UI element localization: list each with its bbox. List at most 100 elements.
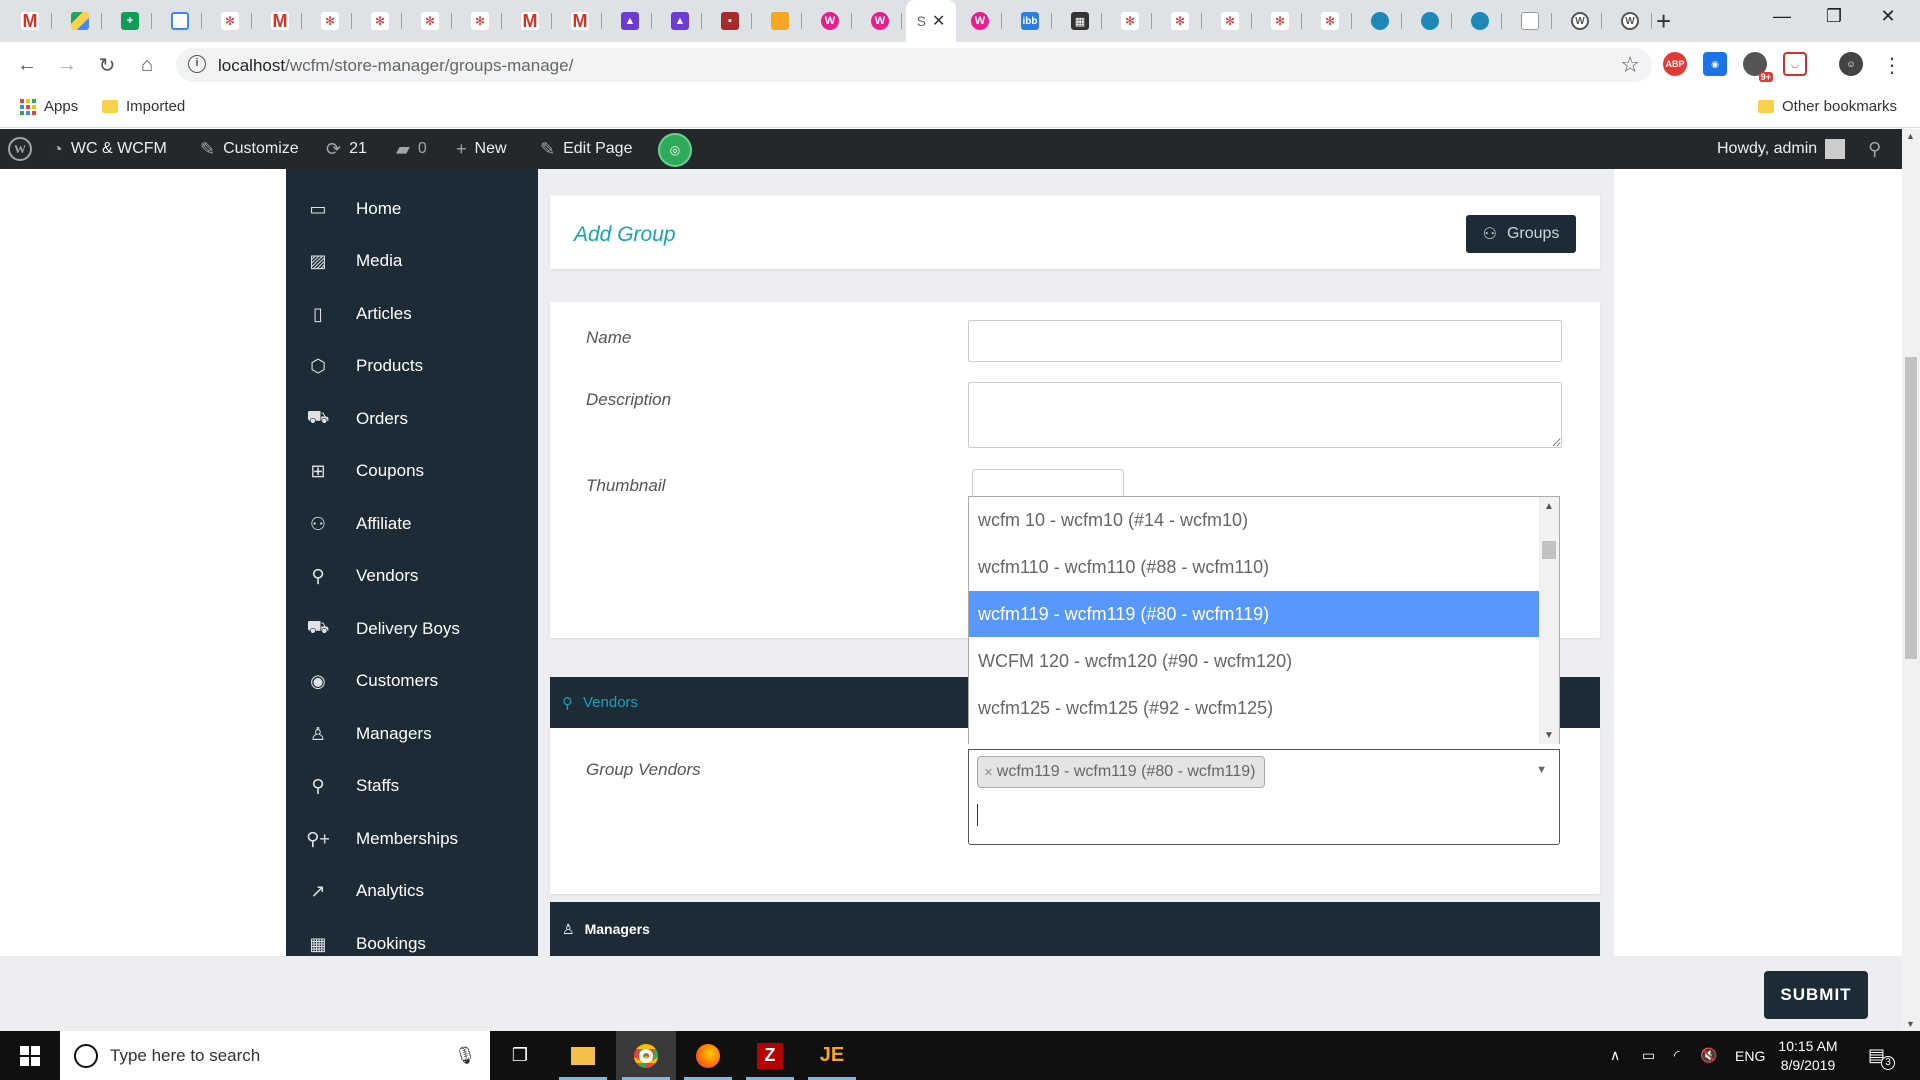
page-scroll-thumb[interactable]: [1905, 357, 1917, 659]
tab-globe[interactable]: [1358, 8, 1402, 34]
comments-link[interactable]: ▰ 0: [396, 129, 427, 169]
admin-search[interactable]: ⚲: [1868, 129, 1881, 169]
wifi-icon[interactable]: ◜: [1674, 1031, 1679, 1080]
account-menu[interactable]: Howdy, admin: [1717, 129, 1846, 169]
scroll-up-arrow-icon[interactable]: ▲: [1544, 501, 1554, 512]
dropdown-option[interactable]: wcfm125 - wcfm125 (#92 - wcfm125): [969, 685, 1541, 731]
new-tab-button[interactable]: +: [1656, 6, 1671, 37]
new-content-menu[interactable]: + New: [456, 129, 507, 169]
bookmark-imported[interactable]: Imported: [102, 98, 185, 115]
scroll-down-arrow-icon[interactable]: ▼: [1544, 730, 1554, 741]
adblock-icon[interactable]: ABP: [1663, 52, 1687, 76]
tab-inbox[interactable]: [158, 8, 202, 34]
tab-site[interactable]: ✻: [208, 8, 252, 34]
description-textarea[interactable]: [968, 382, 1562, 448]
tab-site-5[interactable]: ✻: [458, 8, 502, 34]
show-hidden-icons[interactable]: ∧: [1610, 1031, 1620, 1080]
tab-site-2[interactable]: ✻: [308, 8, 352, 34]
tab-dark-app[interactable]: ▦: [1058, 8, 1102, 34]
task-view-button[interactable]: ❐: [490, 1031, 550, 1080]
taskbar-jetbrains[interactable]: JE: [802, 1031, 862, 1080]
start-button[interactable]: [0, 1031, 60, 1080]
language-indicator[interactable]: ENG: [1735, 1031, 1765, 1080]
tab-wordpress[interactable]: W: [1558, 8, 1602, 34]
customize-link[interactable]: ✎ Customize: [200, 129, 299, 169]
back-arrow-icon[interactable]: ←: [12, 50, 42, 80]
tab-site-7[interactable]: ✻: [1158, 8, 1202, 34]
tab-edu[interactable]: ▲: [608, 8, 652, 34]
tab-site-3[interactable]: ✻: [358, 8, 402, 34]
close-window-button[interactable]: ✕: [1868, 6, 1908, 27]
tab-gmail-3[interactable]: M: [508, 8, 552, 34]
tab-drive[interactable]: [58, 8, 102, 34]
microphone-icon[interactable]: 🎙: [454, 1046, 476, 1066]
tab-pma[interactable]: [758, 8, 802, 34]
site-name-menu[interactable]: ◔ WC & WCFM: [52, 129, 167, 169]
taskbar-chrome[interactable]: [616, 1031, 676, 1080]
sidebar-item-vendors[interactable]: ⚲ Vendors: [286, 554, 538, 598]
profile-avatar[interactable]: ☺: [1839, 52, 1863, 76]
tab-gmail-2[interactable]: M: [258, 8, 302, 34]
bookmark-other[interactable]: Other bookmarks: [1758, 98, 1897, 115]
sidebar-item-articles[interactable]: ▯ Articles: [286, 292, 538, 336]
taskbar-filezilla[interactable]: Z: [740, 1031, 800, 1080]
tab-doc[interactable]: [1508, 8, 1552, 34]
close-icon[interactable]: ✕: [932, 11, 945, 31]
tab-edu-2[interactable]: ▲: [658, 8, 702, 34]
sidebar-item-delivery-boys[interactable]: ⛟ Delivery Boys: [286, 607, 538, 651]
scroll-down-arrow-icon[interactable]: ▼: [1906, 1019, 1915, 1029]
updates-link[interactable]: ⟳ 21: [326, 129, 367, 169]
extension-icon[interactable]: 9+: [1743, 52, 1773, 82]
name-input[interactable]: [968, 320, 1562, 362]
tab-site-4[interactable]: ✻: [408, 8, 452, 34]
store-avatar-icon[interactable]: ◎: [658, 133, 692, 167]
dropdown-scrollbar[interactable]: ▲ ▼: [1539, 497, 1559, 744]
sidebar-item-analytics[interactable]: ↗ Analytics: [286, 869, 538, 913]
sidebar-item-managers[interactable]: ♙ Managers: [286, 712, 538, 756]
tab-gmail[interactable]: M: [8, 8, 52, 34]
tab-sheets[interactable]: +: [108, 8, 152, 34]
sidebar-item-products[interactable]: ⬡ Products: [286, 344, 538, 388]
sidebar-item-orders[interactable]: ⛟ Orders: [286, 397, 538, 441]
sidebar-item-home[interactable]: ▭ Home: [286, 187, 538, 231]
groups-button[interactable]: ⚇ Groups: [1466, 215, 1576, 253]
managers-section-header[interactable]: ♙ Managers: [550, 902, 1600, 956]
tab-site-6[interactable]: ✻: [1108, 8, 1152, 34]
reload-icon[interactable]: ↻: [92, 50, 122, 80]
tab-site-8[interactable]: ✻: [1208, 8, 1252, 34]
dropdown-option[interactable]: wcfm 10 - wcfm10 (#14 - wcfm10): [969, 497, 1541, 543]
battery-icon[interactable]: ▭: [1642, 1031, 1655, 1080]
forward-arrow-icon[interactable]: →: [52, 50, 82, 80]
system-clock[interactable]: 10:15 AM 8/9/2019: [1768, 1037, 1848, 1075]
address-bar[interactable]: i localhost/wcfm/store-manager/groups-ma…: [176, 48, 1652, 82]
sidebar-item-customers[interactable]: ◉ Customers: [286, 659, 538, 703]
restore-button[interactable]: ❐: [1814, 6, 1854, 27]
tab-site-10[interactable]: ✻: [1308, 8, 1352, 34]
tab-wcfm-3[interactable]: W: [958, 8, 1002, 34]
dropdown-scroll-thumb[interactable]: [1542, 541, 1556, 559]
tab-ibb[interactable]: ibb: [1008, 8, 1052, 34]
thumbnail-upload[interactable]: [972, 469, 1124, 497]
remove-chip-icon[interactable]: ×: [984, 764, 993, 781]
tab-gmail-4[interactable]: M: [558, 8, 602, 34]
tab-site-9[interactable]: ✻: [1258, 8, 1302, 34]
tab-active[interactable]: S ✕: [906, 0, 956, 42]
submit-button[interactable]: SUBMIT: [1764, 971, 1868, 1019]
minimize-button[interactable]: —: [1762, 6, 1802, 27]
tab-globe-2[interactable]: [1408, 8, 1452, 34]
pocket-icon[interactable]: ◡: [1783, 52, 1807, 76]
tab-wcfm[interactable]: W: [808, 8, 852, 34]
sidebar-item-media[interactable]: ▨ Media: [286, 239, 538, 283]
wp-logo-menu[interactable]: W: [8, 129, 32, 169]
tab-red-app[interactable]: ▪: [708, 8, 752, 34]
dropdown-option-highlighted[interactable]: wcfm119 - wcfm119 (#80 - wcfm119): [969, 591, 1541, 637]
volume-muted-icon[interactable]: 🔇: [1700, 1031, 1717, 1080]
page-scrollbar[interactable]: ▲ ▼: [1902, 129, 1920, 1031]
tab-wordpress-2[interactable]: W: [1608, 8, 1652, 34]
dropdown-option[interactable]: wcfm110 - wcfm110 (#88 - wcfm110): [969, 544, 1541, 590]
home-icon[interactable]: ⌂: [132, 50, 162, 80]
bookmark-apps[interactable]: Apps: [20, 98, 78, 115]
scroll-up-arrow-icon[interactable]: ▲: [1906, 131, 1915, 141]
tab-wcfm-2[interactable]: W: [858, 8, 902, 34]
screenshot-extension-icon[interactable]: ◉: [1703, 52, 1727, 76]
